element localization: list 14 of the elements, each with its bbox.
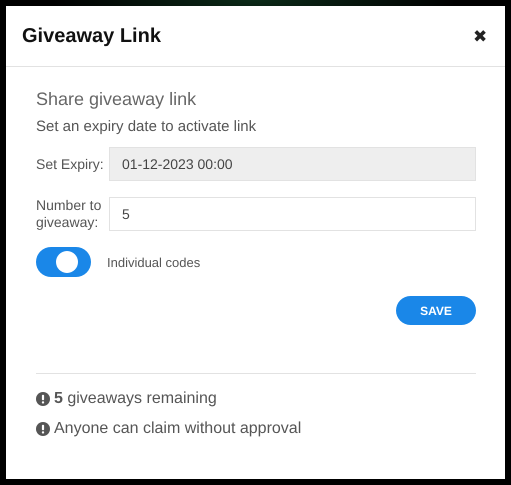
instruction-text: Set an expiry date to activate link (36, 118, 258, 135)
field-label: Number to giveaway: (36, 197, 102, 231)
exclamation-icon (36, 392, 50, 406)
input-field[interactable]: 5 (109, 197, 476, 231)
info-text: 5 giveaways remaining (54, 390, 217, 408)
save-button[interactable]: SAVE (396, 296, 476, 325)
toggle-label: Individual codes (107, 254, 200, 270)
close-button[interactable]: ✖ (473, 26, 487, 46)
info-text: Anyone can claim without approval (54, 420, 302, 438)
section-heading: Share giveaway link (36, 89, 198, 110)
exclamation-icon (36, 422, 50, 436)
toggle-switch[interactable] (36, 247, 91, 277)
dialog-title: Giveaway Link (22, 24, 161, 48)
field-label: Set Expiry: (36, 156, 105, 172)
